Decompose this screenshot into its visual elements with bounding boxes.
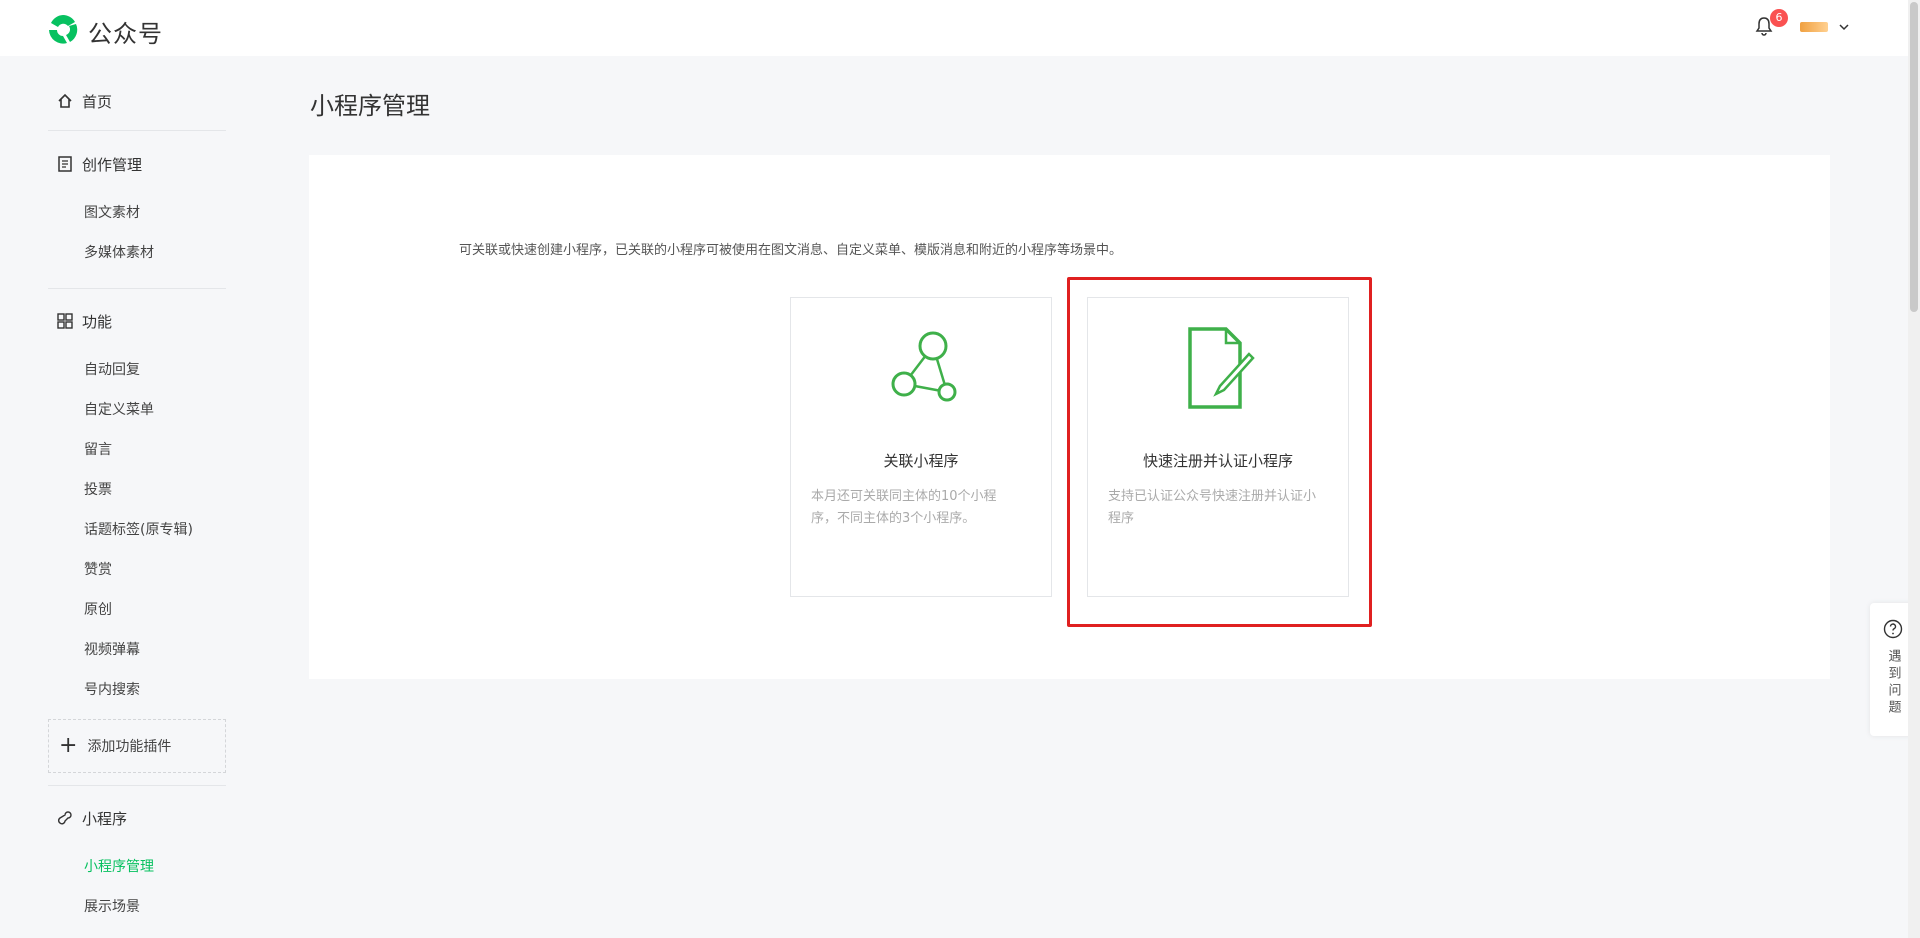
sidebar-item-display-scenes[interactable]: 展示场景 bbox=[84, 897, 140, 917]
app-title: 公众号 bbox=[88, 19, 163, 48]
sidebar-section-creation[interactable]: 创作管理 bbox=[56, 152, 142, 176]
sidebar-item-reward[interactable]: 赞赏 bbox=[84, 560, 112, 580]
add-plugin-label: 添加功能插件 bbox=[87, 739, 172, 755]
sidebar-item-original[interactable]: 原创 bbox=[84, 600, 112, 620]
plus-icon: + bbox=[59, 733, 78, 758]
wechat-logo-icon bbox=[46, 12, 80, 50]
question-icon bbox=[1883, 619, 1903, 643]
card-description: 本月还可关联同主体的10个小程序，不同主体的3个小程序。 bbox=[811, 489, 997, 526]
logo[interactable]: 公众号 bbox=[46, 12, 163, 50]
content-panel: 可关联或快速创建小程序，已关联的小程序可被使用在图文消息、自定义菜单、模版消息和… bbox=[309, 155, 1830, 679]
sidebar-item-graphic-material[interactable]: 图文素材 bbox=[84, 203, 140, 223]
link-miniprogram-card[interactable]: 关联小程序 本月还可关联同主体的10个小程序，不同主体的3个小程序。 bbox=[790, 297, 1052, 597]
sidebar-section-label: 功能 bbox=[82, 312, 113, 331]
account-avatar[interactable] bbox=[1800, 22, 1828, 32]
scrollbar-thumb[interactable] bbox=[1910, 2, 1918, 312]
document-icon bbox=[56, 155, 74, 173]
divider bbox=[48, 785, 226, 786]
page-description: 可关联或快速创建小程序，已关联的小程序可被使用在图文消息、自定义菜单、模版消息和… bbox=[459, 243, 1123, 258]
quick-register-card[interactable]: 快速注册并认证小程序 支持已认证公众号快速注册并认证小程序 bbox=[1087, 297, 1349, 597]
divider bbox=[48, 288, 226, 289]
sidebar-section-miniprogram[interactable]: 小程序 bbox=[56, 806, 127, 830]
home-icon bbox=[56, 92, 74, 110]
sidebar-section-features[interactable]: 功能 bbox=[56, 309, 112, 333]
document-edit-icon bbox=[1088, 326, 1348, 410]
sidebar-item-video-danmaku[interactable]: 视频弹幕 bbox=[84, 640, 140, 660]
sidebar-item-auto-reply[interactable]: 自动回复 bbox=[84, 360, 140, 380]
sidebar-item-in-account-search[interactable]: 号内搜索 bbox=[84, 680, 140, 700]
miniprogram-icon bbox=[56, 809, 74, 827]
card-title: 快速注册并认证小程序 bbox=[1142, 452, 1293, 470]
sidebar-section-label: 创作管理 bbox=[82, 155, 143, 174]
sidebar-item-custom-menu[interactable]: 自定义菜单 bbox=[84, 400, 154, 420]
sidebar-item-media-material[interactable]: 多媒体素材 bbox=[84, 243, 154, 263]
sidebar-item-label: 首页 bbox=[82, 92, 113, 111]
card-title: 关联小程序 bbox=[883, 452, 959, 470]
sidebar-item-comments[interactable]: 留言 bbox=[84, 440, 112, 460]
grid-icon bbox=[56, 312, 74, 330]
card-description: 支持已认证公众号快速注册并认证小程序 bbox=[1108, 489, 1317, 526]
page-title: 小程序管理 bbox=[310, 92, 430, 120]
link-nodes-icon bbox=[791, 326, 1051, 410]
help-label: 遇到问题 bbox=[1885, 649, 1901, 717]
notification-badge: 6 bbox=[1770, 9, 1788, 27]
sidebar-item-home[interactable]: 首页 bbox=[56, 89, 112, 113]
sidebar-item-miniprogram-management[interactable]: 小程序管理 bbox=[84, 857, 154, 877]
scrollbar[interactable] bbox=[1908, 0, 1920, 938]
sidebar-item-vote[interactable]: 投票 bbox=[84, 480, 112, 500]
divider bbox=[48, 130, 226, 131]
add-plugin-button[interactable]: + 添加功能插件 bbox=[48, 719, 226, 773]
top-bar: 公众号 6 bbox=[0, 0, 1920, 56]
chevron-down-icon[interactable] bbox=[1838, 18, 1850, 37]
sidebar-section-label: 小程序 bbox=[82, 809, 128, 828]
sidebar-item-topic-tags[interactable]: 话题标签(原专辑) bbox=[84, 520, 193, 540]
